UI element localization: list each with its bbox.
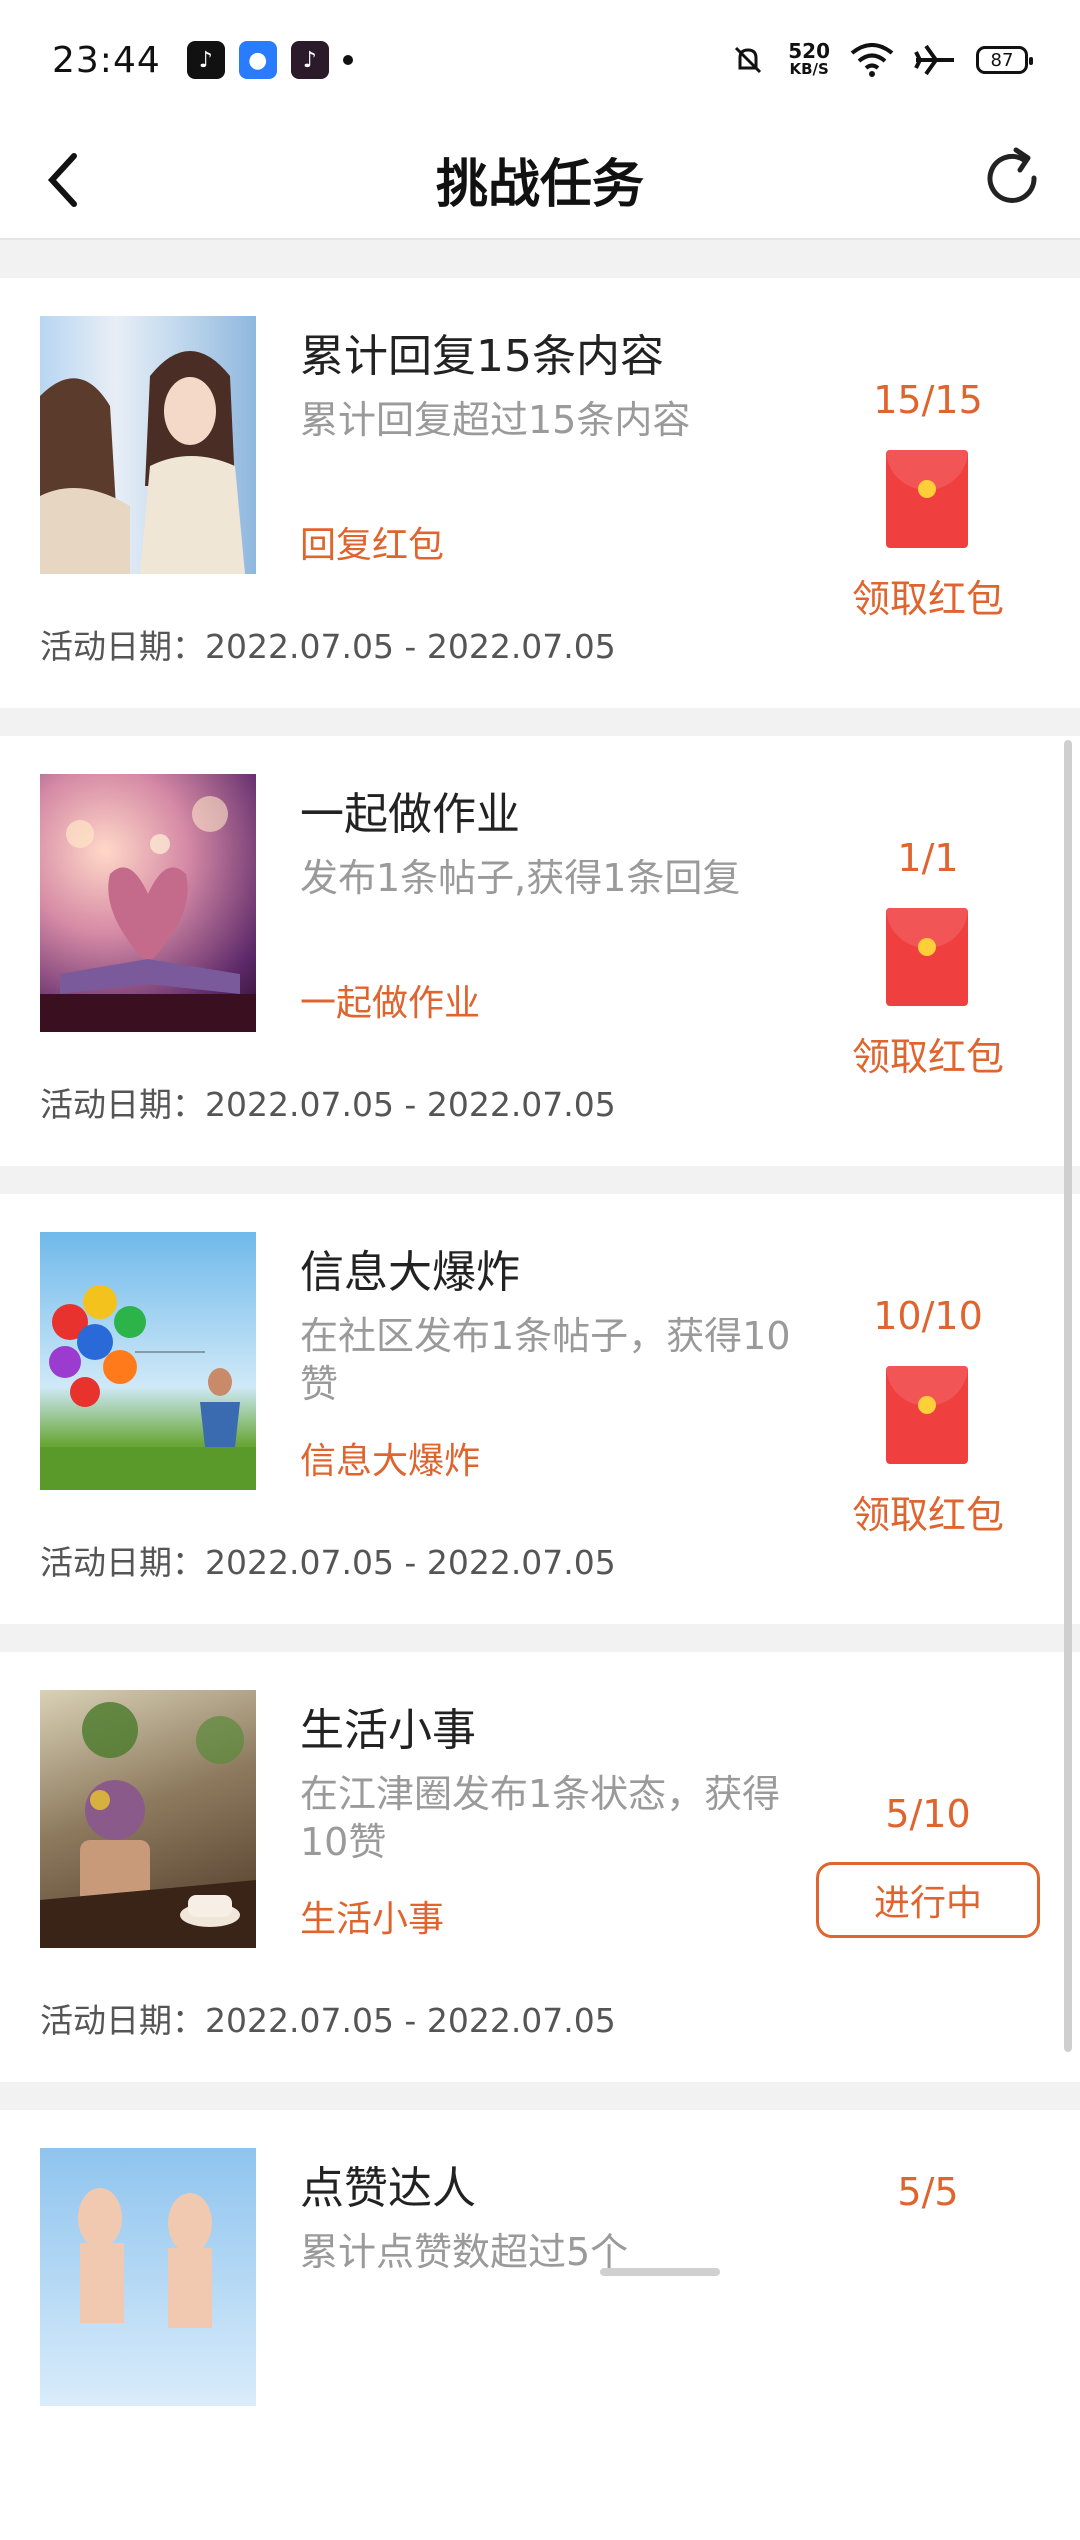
wifi-icon	[850, 43, 894, 77]
task-title: 信息大爆炸	[300, 1247, 520, 1298]
task-date: 活动日期：2022.07.05 - 2022.07.05	[40, 1543, 616, 1582]
in-progress-button[interactable]: 进行中	[816, 1862, 1040, 1938]
page-title: 挑战任务	[435, 154, 644, 215]
status-time: 23:44	[52, 39, 161, 81]
red-envelope-icon[interactable]	[886, 450, 968, 548]
task-title: 生活小事	[300, 1705, 476, 1756]
app-header: 挑战任务	[0, 120, 1080, 240]
task-thumbnail	[40, 2148, 256, 2406]
task-thumbnail	[40, 316, 256, 574]
task-tag: 回复红包	[300, 525, 445, 566]
task-card[interactable]: 生活小事 在江津圈发布1条状态，获得10赞 生活小事 活动日期：2022.07.…	[0, 1652, 1080, 2082]
task-card[interactable]: 累计回复15条内容 累计回复超过15条内容 回复红包 活动日期：2022.07.…	[0, 278, 1080, 708]
refresh-button[interactable]	[972, 138, 1052, 218]
task-progress: 15/15	[873, 378, 983, 422]
task-progress: 5/10	[885, 1792, 971, 1836]
red-envelope-icon[interactable]	[886, 908, 968, 1006]
task-tag: 生活小事	[300, 1899, 445, 1940]
task-date: 活动日期：2022.07.05 - 2022.07.05	[40, 1085, 616, 1124]
scrollbar[interactable]	[1064, 740, 1072, 2052]
network-speed: 520 KB/S	[788, 39, 830, 78]
task-list: 累计回复15条内容 累计回复超过15条内容 回复红包 活动日期：2022.07.…	[0, 250, 1080, 2540]
task-date: 活动日期：2022.07.05 - 2022.07.05	[40, 627, 616, 666]
status-bar: 23:44 ♪ ● ♪ 520 KB/S 87	[0, 0, 1080, 120]
task-thumbnail	[40, 1690, 256, 1948]
task-progress: 10/10	[873, 1294, 983, 1338]
home-indicator[interactable]	[600, 2268, 720, 2276]
notification-icons: ♪ ● ♪	[186, 41, 353, 79]
task-thumbnail	[40, 1232, 256, 1490]
more-notifications-dot	[342, 55, 353, 65]
task-tag: 信息大爆炸	[300, 1441, 481, 1482]
task-progress: 5/5	[897, 2170, 959, 2214]
task-description: 在社区发布1条帖子，获得10赞	[300, 1314, 791, 1406]
airplane-icon	[914, 44, 954, 76]
battery-icon: 87	[976, 46, 1033, 74]
claim-red-envelope-button[interactable]: 领取红包	[828, 568, 1028, 623]
red-envelope-icon[interactable]	[886, 1366, 968, 1464]
task-card[interactable]: 一起做作业 发布1条帖子,获得1条回复 一起做作业 活动日期：2022.07.0…	[0, 736, 1080, 1166]
chat-app-icon: ●	[238, 41, 277, 79]
task-progress: 1/1	[897, 836, 959, 880]
task-title: 一起做作业	[300, 789, 520, 840]
in-progress-label: 进行中	[873, 1883, 982, 1924]
tiktok-icon: ♪	[186, 41, 225, 79]
task-description: 在江津圈发布1条状态，获得10赞	[300, 1772, 781, 1864]
back-button[interactable]	[28, 144, 100, 216]
task-title: 累计回复15条内容	[300, 331, 664, 382]
task-description: 发布1条帖子,获得1条回复	[300, 856, 741, 900]
refresh-icon	[987, 147, 1037, 203]
task-date: 活动日期：2022.07.05 - 2022.07.05	[40, 2001, 616, 2040]
task-thumbnail	[40, 774, 256, 1032]
mute-bell-icon	[735, 46, 762, 74]
task-card[interactable]: 点赞达人 累计点赞数超过5个 5/5	[0, 2110, 1080, 2540]
claim-red-envelope-button[interactable]: 领取红包	[828, 1484, 1028, 1539]
task-card[interactable]: 信息大爆炸 在社区发布1条帖子，获得10赞 信息大爆炸 活动日期：2022.07…	[0, 1194, 1080, 1624]
claim-red-envelope-button[interactable]: 领取红包	[828, 1026, 1028, 1081]
chevron-left-icon	[47, 153, 77, 207]
task-description: 累计点赞数超过5个	[300, 2230, 629, 2274]
tiktok-icon: ♪	[290, 41, 329, 79]
task-tag: 一起做作业	[300, 983, 481, 1024]
task-description: 累计回复超过15条内容	[300, 398, 691, 442]
task-title: 点赞达人	[300, 2163, 476, 2214]
